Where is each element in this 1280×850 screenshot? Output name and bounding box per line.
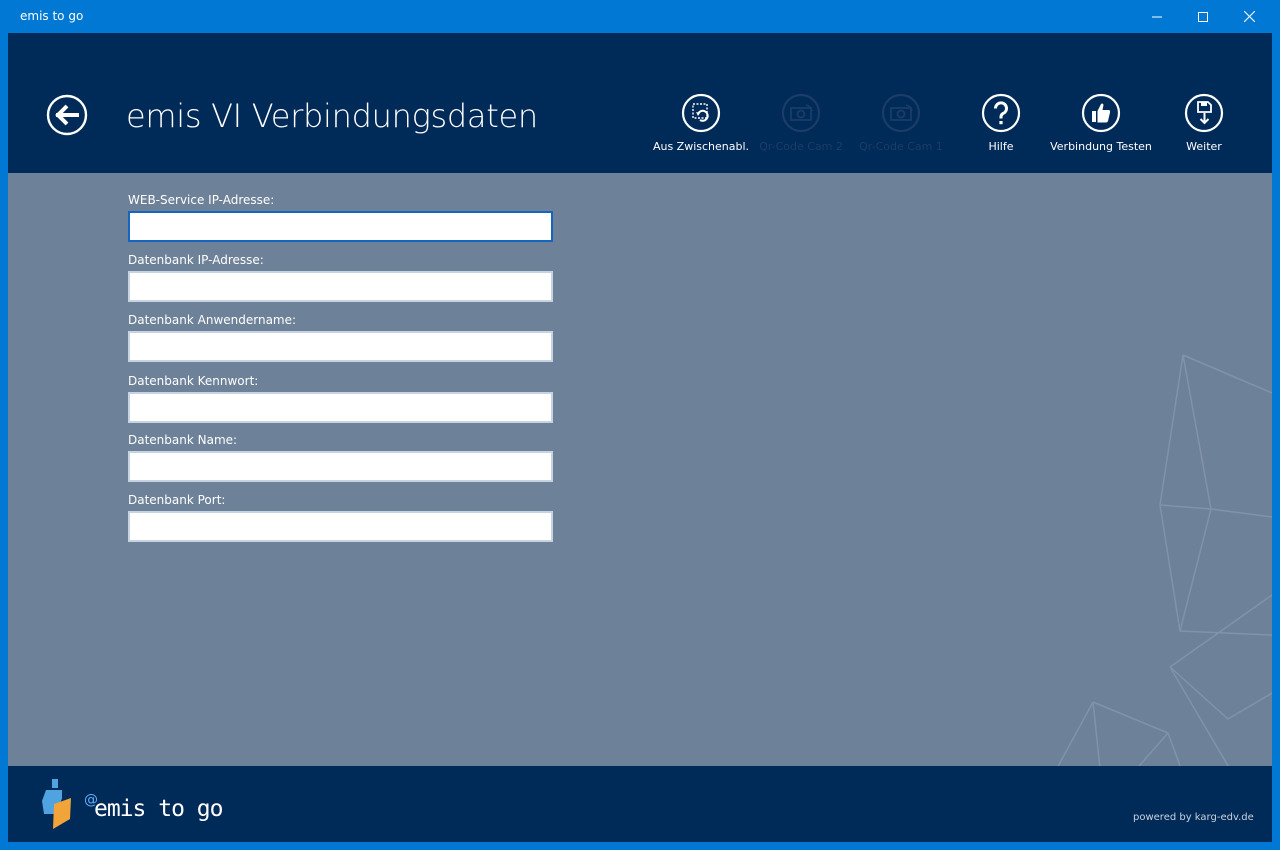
database-password-input[interactable] <box>128 392 553 423</box>
database-name-input[interactable] <box>128 451 553 482</box>
close-button[interactable] <box>1226 0 1272 33</box>
app-content: emis VI Verbindungsdaten Aus Zwischenabl… <box>8 33 1272 842</box>
database-ip-label: Datenbank IP-Adresse: <box>128 253 264 267</box>
minimize-icon <box>1152 16 1162 17</box>
app-window: emis to go emis VI Verbindungsdaten Aus … <box>0 0 1280 850</box>
paste-from-clipboard-label: Aus Zwischenabl. <box>652 140 750 153</box>
next-button[interactable]: Weiter <box>1149 93 1259 163</box>
window-title: emis to go <box>20 9 84 23</box>
save-icon <box>1184 93 1224 133</box>
test-connection-button[interactable]: Verbindung Testen <box>1046 93 1156 163</box>
test-connection-label: Verbindung Testen <box>1050 140 1152 153</box>
database-username-input[interactable] <box>128 331 553 362</box>
app-logo-icon <box>42 779 71 829</box>
logo-text: emis to go <box>94 796 223 822</box>
qr-code-cam-1-button[interactable]: Qr-Code Cam 1 <box>846 93 956 163</box>
close-icon <box>1243 11 1255 22</box>
app-header: emis VI Verbindungsdaten Aus Zwischenabl… <box>8 33 1272 173</box>
qr-code-cam-1-label: Qr-Code Cam 1 <box>859 140 943 153</box>
database-port-input[interactable] <box>128 511 553 542</box>
paste-from-clipboard-button[interactable]: Aus Zwischenabl. <box>646 93 756 163</box>
camera-switch-icon <box>881 93 921 133</box>
back-arrow-icon[interactable] <box>46 94 88 136</box>
web-service-ip-label: WEB-Service IP-Adresse: <box>128 193 275 207</box>
thumbs-up-icon <box>1081 93 1121 133</box>
database-username-label: Datenbank Anwendername: <box>128 313 297 327</box>
web-service-ip-input[interactable] <box>128 211 553 242</box>
database-name-label: Datenbank Name: <box>128 433 238 447</box>
database-ip-input[interactable] <box>128 271 553 302</box>
maximize-button[interactable] <box>1180 0 1226 33</box>
database-password-label: Datenbank Kennwort: <box>128 374 259 388</box>
clipboard-refresh-icon <box>681 93 721 133</box>
qr-code-cam-2-label: Qr-Code Cam 2 <box>759 140 843 153</box>
qr-code-cam-2-button[interactable]: Qr-Code Cam 2 <box>746 93 856 163</box>
app-footer: @ emis to go powered by karg-edv.de <box>8 766 1272 842</box>
powered-by-text: powered by karg-edv.de <box>1133 812 1254 823</box>
minimize-button[interactable] <box>1134 0 1180 33</box>
page-title: emis VI Verbindungsdaten <box>126 97 538 135</box>
camera-switch-icon <box>781 93 821 133</box>
help-label: Hilfe <box>988 140 1014 153</box>
help-icon <box>981 93 1021 133</box>
database-port-label: Datenbank Port: <box>128 493 226 507</box>
help-button[interactable]: Hilfe <box>946 93 1056 163</box>
next-label: Weiter <box>1186 140 1222 153</box>
title-bar[interactable]: emis to go <box>0 0 1280 33</box>
maximize-icon <box>1198 11 1208 22</box>
